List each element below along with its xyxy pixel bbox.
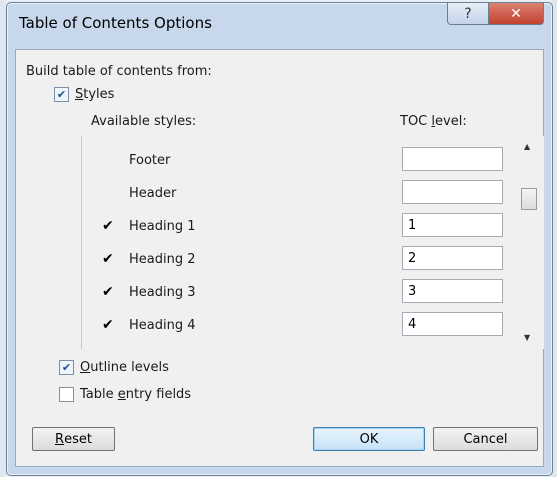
styles-scrollbar[interactable]: ▲ ▼	[520, 136, 537, 349]
toc-options-dialog: Table of Contents Options ? ✕ Build tabl…	[6, 2, 553, 476]
toc-level-input[interactable]	[402, 180, 503, 204]
toc-level-input[interactable]: 4	[402, 312, 503, 336]
style-row-heading-1[interactable]: ✔ Heading 1 1	[82, 210, 512, 243]
toc-level-input[interactable]: 1	[402, 213, 503, 237]
dialog-client-area: Build table of contents from: ✔ Styles A…	[15, 49, 544, 467]
reset-label-rest: eset	[64, 431, 92, 447]
toc-level-input[interactable]: 2	[402, 246, 503, 270]
style-name: Heading 1	[129, 219, 196, 234]
available-styles-header: Available styles:	[91, 114, 197, 129]
table-entry-fields-label[interactable]: Table entry fields	[80, 387, 191, 402]
style-in-use-check-icon: ✔	[102, 251, 114, 267]
reset-button[interactable]: Reset	[32, 427, 115, 451]
table-entry-fields-accelerator: e	[117, 387, 126, 402]
style-in-use-check-icon: ✔	[102, 218, 114, 234]
scroll-down-icon[interactable]: ▼	[524, 333, 530, 342]
outline-levels-label-rest: utline levels	[90, 360, 169, 375]
close-button[interactable]: ✕	[489, 3, 544, 25]
style-name: Header	[129, 186, 177, 201]
style-name: Heading 3	[129, 285, 196, 300]
style-row-heading-4[interactable]: ✔ Heading 4 4	[82, 309, 512, 342]
outline-levels-label[interactable]: Outline levels	[80, 360, 169, 375]
help-button[interactable]: ?	[447, 3, 489, 25]
scrollbar-thumb[interactable]	[521, 188, 537, 210]
style-name: Footer	[129, 153, 171, 168]
toc-level-header: TOC level:	[400, 114, 467, 129]
title-bar-buttons: ? ✕	[447, 3, 544, 25]
check-icon: ✔	[61, 361, 72, 374]
close-icon: ✕	[510, 5, 522, 22]
ok-button[interactable]: OK	[313, 427, 425, 451]
cancel-button[interactable]: Cancel	[433, 427, 538, 451]
table-entry-fields-label-rest: ntry fields	[125, 387, 192, 402]
outline-levels-accelerator: O	[80, 360, 91, 375]
style-name: Heading 4	[129, 318, 196, 333]
styles-checkbox[interactable]: ✔	[54, 87, 69, 102]
table-entry-fields-label-pre: Table	[80, 387, 118, 402]
styles-label-rest: tyles	[83, 87, 115, 102]
style-row-header[interactable]: Header	[82, 177, 512, 210]
available-styles-list[interactable]: Footer Header ✔ Heading 1 1 ✔ Heading 2 …	[81, 136, 544, 349]
toc-level-header-post: evel:	[435, 114, 467, 129]
outline-levels-checkbox[interactable]: ✔	[59, 360, 74, 375]
table-entry-fields-checkbox[interactable]	[59, 387, 74, 402]
style-name: Heading 2	[129, 252, 196, 267]
scroll-up-icon[interactable]: ▲	[524, 142, 530, 151]
reset-accelerator: R	[55, 431, 65, 447]
help-icon: ?	[464, 5, 472, 22]
dialog-title: Table of Contents Options	[19, 14, 212, 32]
build-from-label: Build table of contents from:	[26, 64, 212, 79]
style-in-use-check-icon: ✔	[102, 317, 114, 333]
check-icon: ✔	[56, 88, 67, 101]
toc-level-input[interactable]	[402, 147, 503, 171]
style-in-use-check-icon: ✔	[102, 284, 114, 300]
style-row-heading-3[interactable]: ✔ Heading 3 3	[82, 276, 512, 309]
toc-level-input[interactable]: 3	[402, 279, 503, 303]
toc-level-header-pre: TOC	[400, 114, 432, 129]
style-row-footer[interactable]: Footer	[82, 144, 512, 177]
style-row-heading-2[interactable]: ✔ Heading 2 2	[82, 243, 512, 276]
styles-label[interactable]: Styles	[75, 87, 114, 102]
